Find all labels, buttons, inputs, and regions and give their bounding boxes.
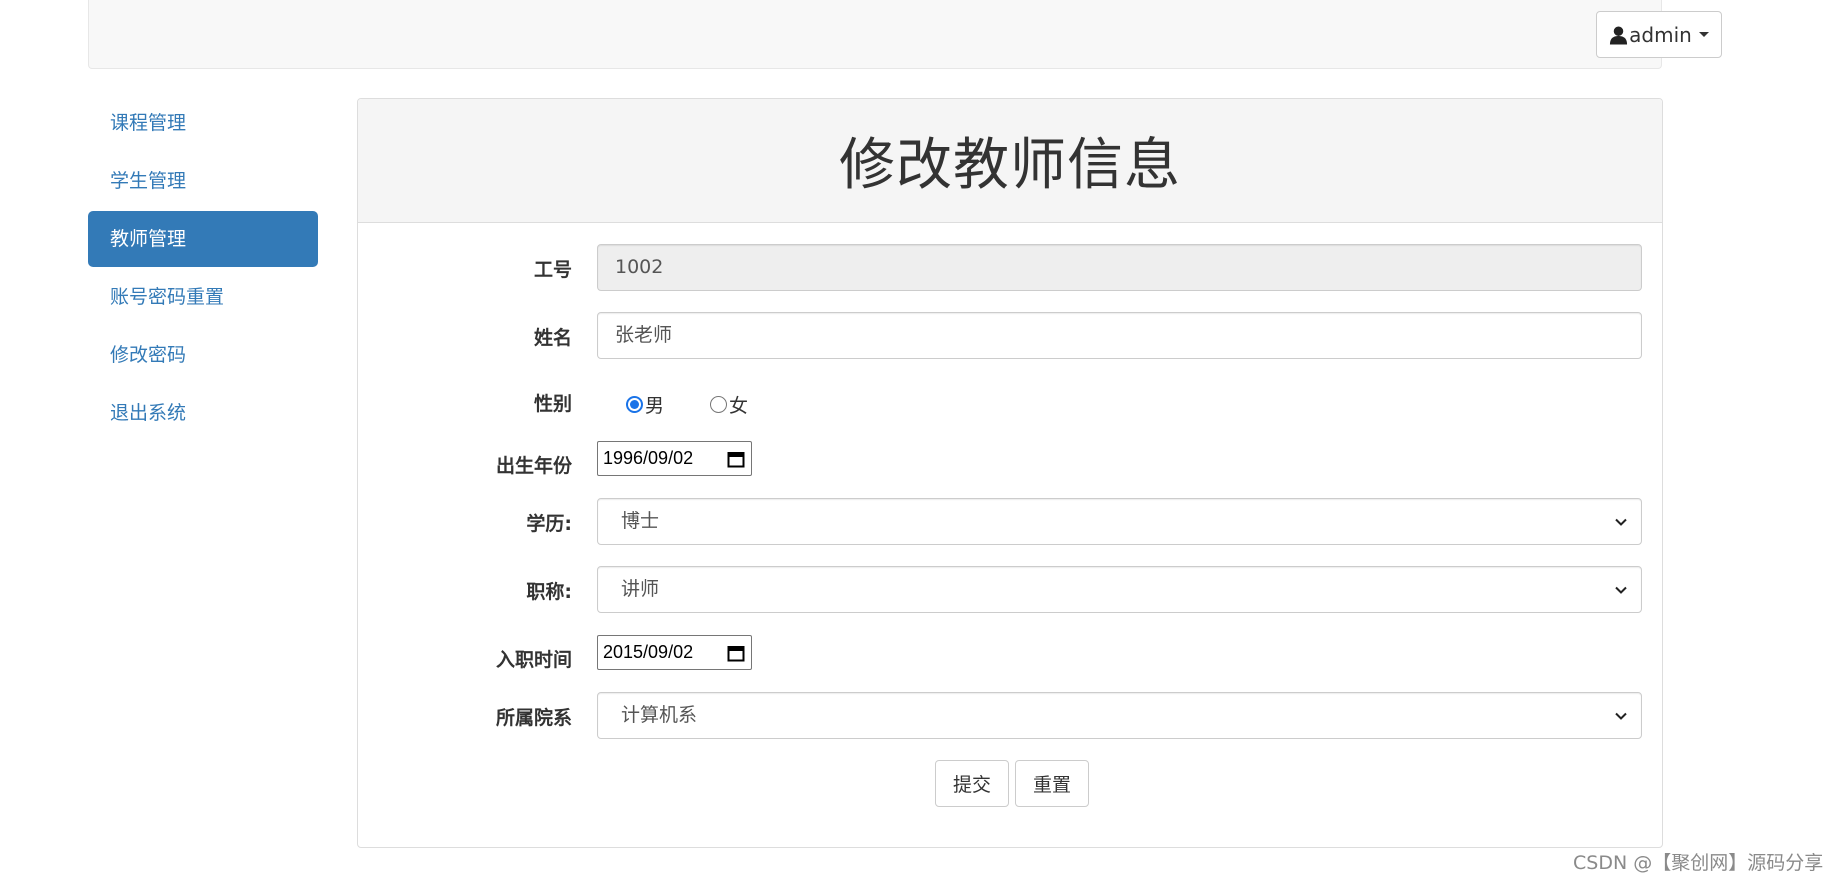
sidebar: 课程管理 学生管理 教师管理 账号密码重置 修改密码 退出系统	[88, 95, 318, 443]
edit-teacher-panel: 修改教师信息 工号 1002 姓名 张老师 性别 男 女 出生年份 1996/0…	[357, 98, 1663, 848]
sidebar-item-password-reset[interactable]: 账号密码重置	[88, 269, 318, 325]
page-title: 修改教师信息	[839, 133, 1181, 198]
gender-male-label: 男	[645, 395, 665, 417]
user-menu-button[interactable]: admin	[1596, 11, 1722, 58]
chevron-down-icon	[1615, 586, 1627, 594]
title-selected-value: 讲师	[621, 578, 660, 600]
id-label: 工号	[533, 259, 572, 281]
sidebar-item-teacher[interactable]: 教师管理	[88, 211, 318, 267]
gender-radio-group: 男 女	[626, 391, 794, 418]
hire-date-input[interactable]: 2015/09/02	[597, 635, 752, 670]
dept-select[interactable]: 计算机系	[597, 692, 1642, 739]
id-input: 1002	[597, 244, 1642, 291]
caret-down-icon	[1698, 32, 1709, 37]
calendar-icon[interactable]	[727, 450, 745, 468]
hire-label: 入职时间	[495, 649, 572, 671]
gender-label: 性别	[533, 393, 572, 415]
sidebar-item-change-password[interactable]: 修改密码	[88, 327, 318, 383]
sidebar-item-logout[interactable]: 退出系统	[88, 385, 318, 441]
hire-date-value: 2015/09/02	[603, 642, 694, 662]
dept-selected-value: 计算机系	[621, 704, 698, 726]
gender-female-label: 女	[729, 395, 749, 417]
panel-heading: 修改教师信息	[358, 99, 1662, 223]
submit-button[interactable]: 提交	[935, 760, 1009, 807]
birth-date-input[interactable]: 1996/09/02	[597, 441, 752, 476]
title-label: 职称:	[526, 581, 572, 603]
birth-date-value: 1996/09/02	[603, 448, 694, 468]
degree-select[interactable]: 博士	[597, 498, 1642, 545]
gender-male-radio[interactable]	[626, 396, 643, 413]
degree-selected-value: 博士	[621, 510, 660, 532]
user-icon	[1610, 25, 1628, 44]
title-select[interactable]: 讲师	[597, 566, 1642, 613]
name-input[interactable]: 张老师	[597, 312, 1642, 359]
birth-label: 出生年份	[495, 455, 572, 477]
degree-label: 学历:	[526, 513, 572, 535]
calendar-icon[interactable]	[727, 644, 745, 662]
chevron-down-icon	[1615, 712, 1627, 720]
watermark: CSDN @【聚创网】源码分享	[1573, 852, 1824, 874]
dept-label: 所属院系	[495, 707, 572, 729]
sidebar-item-course[interactable]: 课程管理	[88, 95, 318, 151]
gender-female-radio[interactable]	[710, 396, 728, 413]
user-name: admin	[1629, 22, 1692, 47]
chevron-down-icon	[1615, 518, 1627, 526]
sidebar-item-student[interactable]: 学生管理	[88, 153, 318, 209]
top-navbar: admin	[88, 0, 1722, 69]
name-label: 姓名	[533, 327, 572, 349]
reset-button[interactable]: 重置	[1015, 760, 1089, 807]
